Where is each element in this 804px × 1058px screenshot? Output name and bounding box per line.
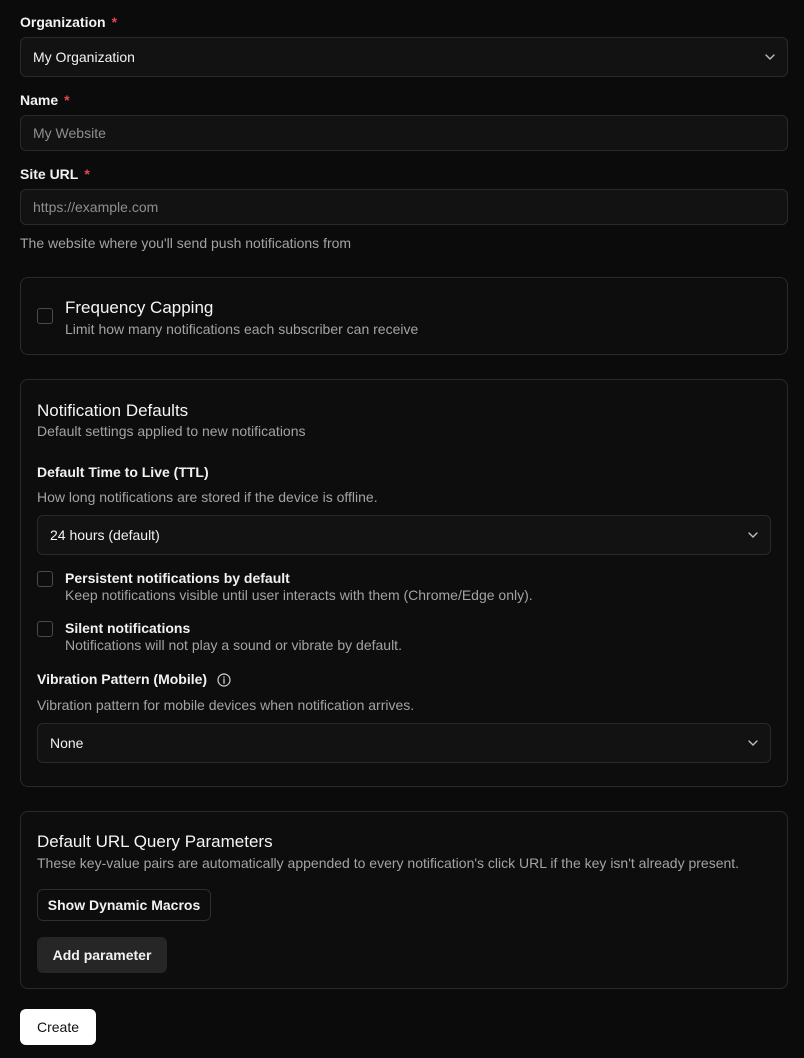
site-url-hint: The website where you'll send push notif… — [20, 235, 352, 251]
ttl-hint: How long notifications are stored if the… — [37, 489, 378, 505]
notification-defaults-title: Notification Defaults — [37, 401, 189, 420]
organization-label: Organization * — [20, 14, 117, 30]
chevron-down-icon — [748, 740, 758, 746]
vibration-label-text: Vibration Pattern (Mobile) — [37, 671, 208, 687]
chevron-down-icon — [748, 532, 758, 538]
name-input[interactable]: My Website — [20, 115, 788, 151]
vibration-value: None — [50, 735, 84, 751]
silent-checkbox[interactable] — [37, 621, 53, 637]
frequency-capping-card: Frequency Capping Limit how many notific… — [20, 277, 788, 355]
frequency-capping-description: Limit how many notifications each subscr… — [65, 321, 419, 337]
required-mark: * — [111, 14, 118, 30]
persistent-checkbox[interactable] — [37, 571, 53, 587]
chevron-down-icon — [765, 54, 775, 60]
persistent-label: Persistent notifications by default — [65, 570, 290, 586]
vibration-label: Vibration Pattern (Mobile) — [37, 671, 231, 687]
silent-label: Silent notifications — [65, 620, 191, 636]
info-icon[interactable] — [217, 673, 231, 687]
site-url-label: Site URL * — [20, 166, 90, 182]
site-url-label-text: Site URL — [20, 166, 79, 182]
frequency-capping-title: Frequency Capping — [65, 298, 214, 317]
vibration-hint: Vibration pattern for mobile devices whe… — [37, 697, 415, 713]
name-placeholder: My Website — [33, 125, 106, 141]
ttl-select[interactable]: 24 hours (default) — [37, 515, 771, 555]
add-parameter-button[interactable]: Add parameter — [37, 937, 167, 973]
create-button[interactable]: Create — [20, 1009, 96, 1045]
required-mark: * — [64, 92, 70, 108]
ttl-value: 24 hours (default) — [50, 527, 160, 543]
persistent-hint: Keep notifications visible until user in… — [65, 587, 533, 603]
silent-hint: Notifications will not play a sound or v… — [65, 637, 402, 653]
vibration-select[interactable]: None — [37, 723, 771, 763]
show-dynamic-macros-button[interactable]: Show Dynamic Macros — [37, 889, 211, 921]
query-params-description: These key-value pairs are automatically … — [37, 855, 740, 871]
site-url-placeholder: https://example.com — [33, 199, 159, 215]
required-mark: * — [84, 166, 90, 182]
frequency-capping-checkbox[interactable] — [37, 308, 53, 324]
organization-select[interactable]: My Organization — [20, 37, 788, 77]
organization-label-text: Organization — [20, 14, 106, 30]
name-label-text: Name — [20, 92, 59, 108]
query-params-card: Default URL Query Parameters These key-v… — [20, 811, 788, 989]
notification-defaults-description: Default settings applied to new notifica… — [37, 423, 306, 439]
organization-value: My Organization — [33, 49, 135, 65]
site-url-input[interactable]: https://example.com — [20, 189, 788, 225]
notification-defaults-card: Notification Defaults Default settings a… — [20, 379, 788, 787]
name-label: Name * — [20, 92, 70, 108]
ttl-label: Default Time to Live (TTL) — [37, 464, 209, 480]
query-params-title: Default URL Query Parameters — [37, 832, 273, 851]
